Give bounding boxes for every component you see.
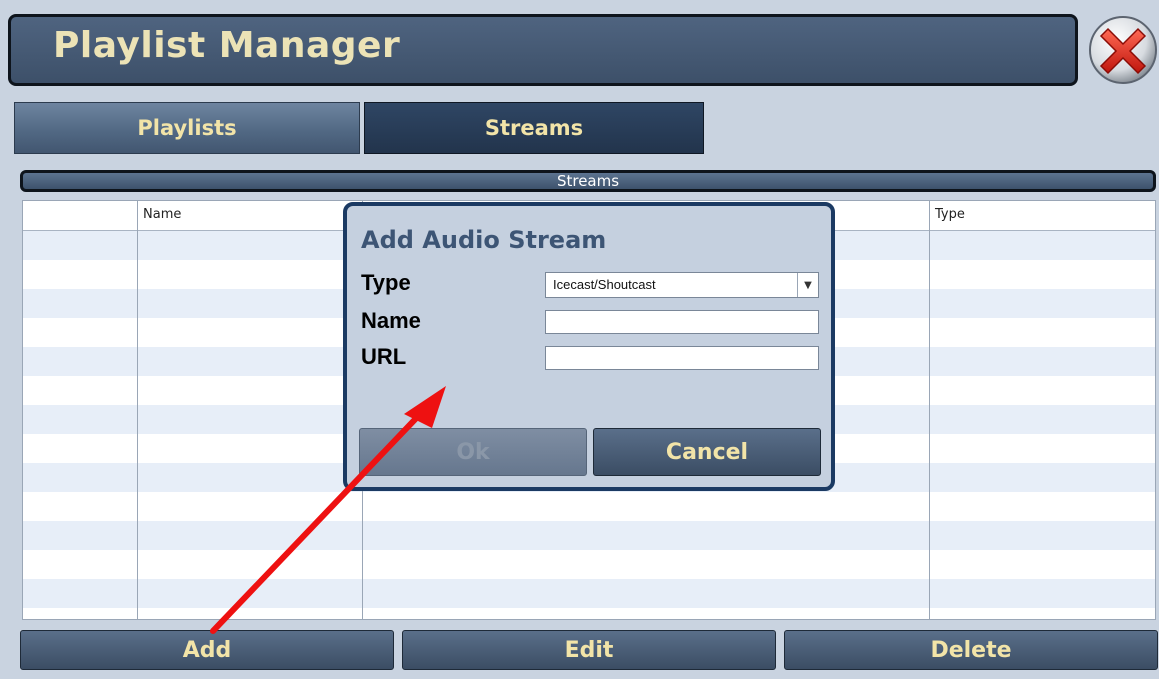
- name-input[interactable]: [545, 310, 819, 334]
- type-select[interactable]: Icecast/Shoutcast ▼: [545, 272, 819, 298]
- column-header-name[interactable]: Name: [137, 201, 363, 231]
- type-select-value: Icecast/Shoutcast: [553, 277, 656, 292]
- column-header-index: [23, 201, 137, 231]
- section-header: Streams: [20, 170, 1156, 192]
- ok-button[interactable]: Ok: [359, 428, 587, 476]
- name-label: Name: [361, 308, 421, 333]
- close-button[interactable]: [1088, 15, 1158, 85]
- delete-button[interactable]: Delete: [784, 630, 1158, 670]
- column-divider: [929, 201, 930, 619]
- url-label: URL: [361, 344, 407, 369]
- add-audio-stream-dialog: Add Audio Stream Type Icecast/Shoutcast …: [343, 202, 835, 491]
- edit-button[interactable]: Edit: [402, 630, 776, 670]
- tab-bar: Playlists Streams: [14, 102, 704, 154]
- close-x-icon: [1089, 16, 1157, 84]
- type-label: Type: [361, 270, 411, 295]
- title-bar: Playlist Manager: [8, 14, 1078, 86]
- add-button[interactable]: Add: [20, 630, 394, 670]
- table-row[interactable]: [23, 492, 1155, 521]
- column-header-type[interactable]: Type: [929, 201, 1155, 231]
- table-row[interactable]: [23, 579, 1155, 608]
- window-title: Playlist Manager: [53, 25, 401, 66]
- dialog-title: Add Audio Stream: [361, 226, 607, 254]
- table-row[interactable]: [23, 550, 1155, 579]
- cancel-button[interactable]: Cancel: [593, 428, 821, 476]
- column-divider: [137, 201, 138, 619]
- url-input[interactable]: [545, 346, 819, 370]
- table-row[interactable]: [23, 521, 1155, 550]
- tab-streams[interactable]: Streams: [364, 102, 704, 154]
- chevron-down-icon[interactable]: ▼: [797, 273, 818, 297]
- tab-playlists[interactable]: Playlists: [14, 102, 360, 154]
